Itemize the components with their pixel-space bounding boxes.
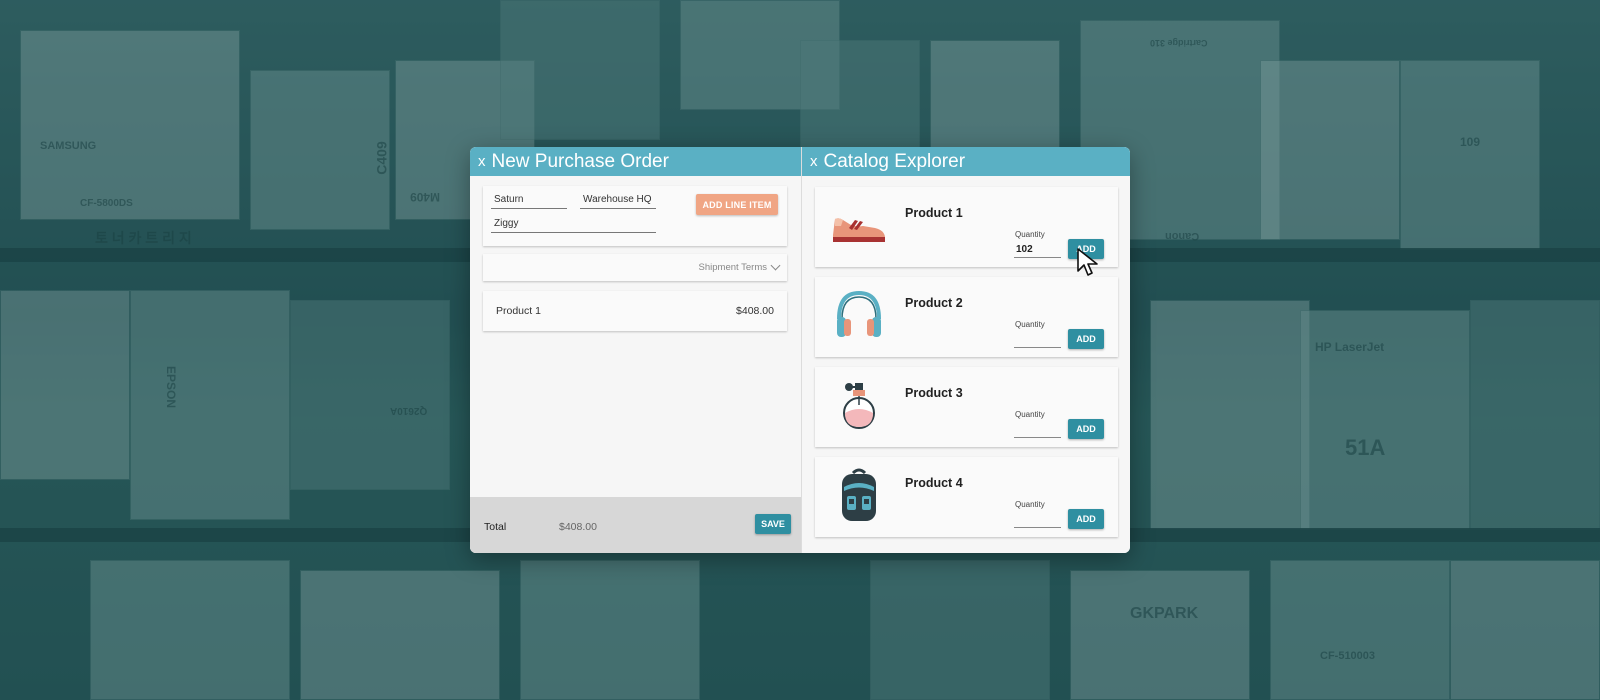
shipment-terms-dropdown[interactable]: Shipment Terms: [483, 254, 787, 281]
chevron-down-icon: [770, 260, 781, 271]
quantity-label: Quantity: [1015, 500, 1045, 509]
total-label: Total: [484, 521, 507, 533]
close-catalog-button[interactable]: x: [810, 153, 818, 170]
save-button[interactable]: SAVE: [755, 514, 791, 534]
quantity-input[interactable]: [1014, 331, 1061, 348]
purchase-order-titlebar: x New Purchase Order: [470, 147, 801, 176]
quantity-input[interactable]: [1014, 241, 1061, 258]
mouse-pointer-icon: [1077, 248, 1098, 276]
product-name: Product 2: [905, 296, 963, 310]
line-item-row[interactable]: Product 1 $408.00: [483, 291, 787, 331]
headphones-icon: [837, 290, 881, 337]
catalog-title: Catalog Explorer: [823, 150, 966, 172]
purchase-order-window: x New Purchase Order Saturn Warehouse HQ…: [470, 147, 1130, 553]
order-footer: Total $408.00 SAVE: [470, 497, 801, 553]
product-card: Product 1 Quantity ADD: [815, 187, 1118, 267]
add-product-button[interactable]: ADD: [1068, 509, 1104, 529]
product-card: Product 4 Quantity ADD: [815, 457, 1118, 537]
catalog-titlebar: x Catalog Explorer: [802, 147, 1130, 176]
line-item-name: Product 1: [496, 305, 541, 317]
quantity-input[interactable]: [1014, 421, 1061, 438]
add-product-button[interactable]: ADD: [1068, 329, 1104, 349]
product-name: Product 4: [905, 476, 963, 490]
quantity-input[interactable]: [1014, 511, 1061, 528]
backpack-icon: [842, 468, 876, 521]
purchase-order-panel: x New Purchase Order Saturn Warehouse HQ…: [470, 147, 801, 553]
sneaker-icon: [833, 218, 885, 242]
line-item-amount: $408.00: [736, 305, 774, 317]
quantity-label: Quantity: [1015, 230, 1045, 239]
order-details-card: Saturn Warehouse HQ Ziggy ADD LINE ITEM: [483, 186, 787, 246]
product-card: Product 3 Quantity ADD: [815, 367, 1118, 447]
product-list: Product 1 Quantity ADD Product 2 Quantit…: [815, 187, 1118, 547]
add-line-item-button[interactable]: ADD LINE ITEM: [696, 194, 778, 215]
purchase-order-title: New Purchase Order: [491, 150, 669, 172]
perfume-bottle-icon: [843, 383, 875, 429]
total-value: $408.00: [559, 521, 597, 533]
close-purchase-order-button[interactable]: x: [478, 153, 486, 170]
supplier-field[interactable]: Saturn: [491, 191, 567, 209]
quantity-label: Quantity: [1015, 410, 1045, 419]
add-product-button[interactable]: ADD: [1068, 419, 1104, 439]
product-card: Product 2 Quantity ADD: [815, 277, 1118, 357]
catalog-panel: x Catalog Explorer Product 1 Quantity AD…: [801, 147, 1130, 553]
product-name: Product 1: [905, 206, 963, 220]
product-name: Product 3: [905, 386, 963, 400]
location-field[interactable]: Warehouse HQ: [580, 191, 656, 209]
quantity-label: Quantity: [1015, 320, 1045, 329]
contact-field[interactable]: Ziggy: [491, 215, 656, 233]
shipment-terms-label: Shipment Terms: [698, 262, 767, 273]
